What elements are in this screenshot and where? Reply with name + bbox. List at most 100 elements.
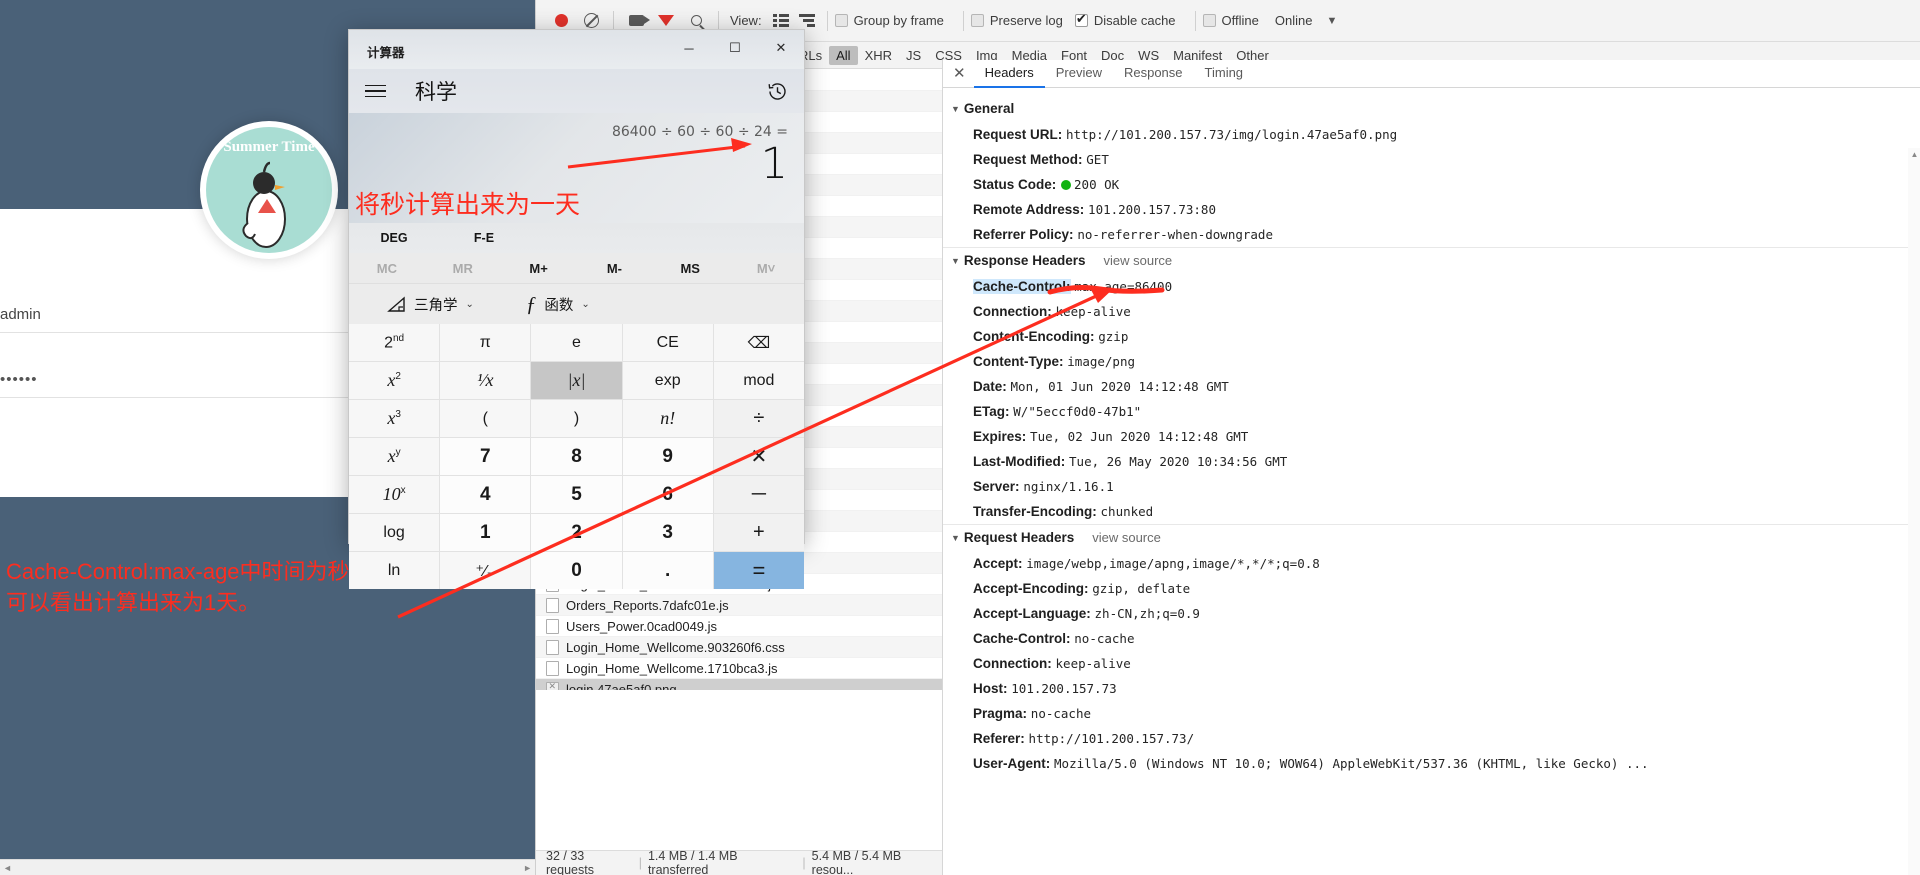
calc-key-n[interactable]: n! — [622, 400, 713, 437]
calc-key-10[interactable]: 10x — [349, 476, 440, 513]
header-value: no-cache — [1030, 706, 1092, 721]
calc-key-5[interactable]: 5 — [531, 476, 622, 513]
calc-key-x[interactable]: ¹⁄x — [440, 362, 531, 399]
calc-key-x[interactable]: x3 — [349, 400, 440, 437]
filter-js[interactable]: JS — [899, 46, 928, 65]
section-title-response-headers[interactable]: ▼ Response Headers view source — [943, 247, 1920, 274]
calculator-function-row: 三角学 ⌄ ƒ 函数 ⌄ — [349, 284, 804, 324]
calc-key-2nd[interactable]: 2nd — [349, 324, 440, 361]
collapse-triangle-icon[interactable]: ▼ — [951, 256, 960, 266]
memory-key-m[interactable]: M+ — [501, 261, 577, 276]
calc-key-[interactable]: ─ — [713, 476, 804, 513]
memory-key-m[interactable]: M- — [576, 261, 652, 276]
fe-button[interactable]: F-E — [439, 231, 529, 245]
calc-key-x[interactable]: xy — [349, 438, 440, 475]
calc-key-[interactable]: ( — [440, 400, 531, 437]
offline-box[interactable] — [1202, 14, 1216, 27]
calc-key-[interactable]: = — [713, 552, 804, 589]
section-title-general[interactable]: ▼ General — [943, 96, 1920, 122]
disable-cache-checkbox[interactable]: Disable cache — [1074, 11, 1176, 28]
calc-key-4[interactable]: 4 — [440, 476, 531, 513]
calc-key-ln[interactable]: ln — [349, 552, 440, 589]
calc-key-e[interactable]: e — [531, 324, 622, 361]
calc-key-[interactable]: + — [713, 514, 804, 551]
memory-key-ms[interactable]: MS — [652, 261, 728, 276]
calc-key-exp[interactable]: exp — [622, 362, 713, 399]
deg-button[interactable]: DEG — [349, 231, 439, 245]
calc-key-6[interactable]: 6 — [622, 476, 713, 513]
request-row[interactable]: Orders_Reports.7dafc01e.js — [536, 595, 942, 616]
filter-all[interactable]: All — [829, 45, 858, 65]
detail-scroll-up-arrow[interactable]: ▲ — [1908, 148, 1920, 161]
trigonometry-menu[interactable]: 三角学 ⌄ — [387, 294, 474, 315]
close-icon[interactable]: ✕ — [949, 64, 974, 84]
calculator-title-bar[interactable]: 计算器 ─ ☐ ✕ — [349, 30, 804, 69]
section-title-request-headers[interactable]: ▼ Request Headers view source — [943, 524, 1920, 551]
calc-key-3[interactable]: 3 — [622, 514, 713, 551]
close-button[interactable]: ✕ — [758, 30, 804, 66]
calc-key-[interactable]: ⁺⁄₋ — [440, 552, 531, 589]
history-icon[interactable] — [767, 81, 788, 107]
preserve-log-box[interactable] — [970, 14, 984, 27]
calc-key-1[interactable]: 1 — [440, 514, 531, 551]
calc-key-mod[interactable]: mod — [713, 362, 804, 399]
header-key: Cache-Control: — [973, 279, 1071, 294]
request-row[interactable]: login.47ae5af0.png — [536, 679, 942, 690]
header-value: zh-CN,zh;q=0.9 — [1094, 606, 1200, 621]
collapse-triangle-icon[interactable]: ▼ — [951, 104, 960, 114]
calc-key-9[interactable]: 9 — [622, 438, 713, 475]
collapse-triangle-icon[interactable]: ▼ — [951, 533, 960, 543]
calc-key-[interactable]: ) — [531, 400, 622, 437]
calc-key-log[interactable]: log — [349, 514, 440, 551]
offline-checkbox[interactable]: Offline — [1202, 13, 1259, 28]
password-field[interactable]: •••••• — [0, 371, 348, 398]
chevron-down-icon[interactable]: ⌄ — [466, 299, 474, 310]
calc-key-x[interactable]: x2 — [349, 362, 440, 399]
minimize-button[interactable]: ─ — [666, 30, 712, 66]
calc-key-[interactable]: ⌫ — [713, 324, 804, 361]
tab-preview[interactable]: Preview — [1045, 60, 1113, 88]
group-by-frame-checkbox[interactable]: Group by frame — [834, 13, 944, 28]
detail-scrollbar[interactable]: ▲ ▼ — [1908, 148, 1920, 875]
memory-key-mr[interactable]: MR — [425, 261, 501, 276]
request-row[interactable]: Login_Home_Wellcome.1710bca3.js — [536, 658, 942, 679]
calc-key-[interactable]: ÷ — [713, 400, 804, 437]
filter-xhr[interactable]: XHR — [858, 46, 899, 65]
disable-cache-box[interactable] — [1074, 11, 1088, 27]
username-field[interactable]: admin — [0, 306, 348, 333]
calc-key-[interactable]: π — [440, 324, 531, 361]
calculator-keypad[interactable]: 2nd π e CE ⌫ x2 ¹⁄x |x| exp mod x3() n! ÷ xy 7 8 9 ✕ 10x 4 5… — [349, 324, 804, 589]
preserve-log-checkbox[interactable]: Preserve log — [970, 13, 1063, 28]
scroll-right-arrow[interactable]: ► — [523, 863, 532, 873]
header-key: User-Agent: — [973, 756, 1051, 771]
view-source-link[interactable]: view source — [1092, 530, 1161, 545]
header-row: Request Method: GET — [943, 147, 1920, 172]
maximize-button[interactable]: ☐ — [712, 30, 758, 66]
tab-timing[interactable]: Timing — [1194, 60, 1255, 88]
scroll-left-arrow[interactable]: ◄ — [3, 863, 12, 873]
calc-key-0[interactable]: 0 — [531, 552, 622, 589]
calc-key-x[interactable]: |x| — [531, 362, 622, 399]
status-transferred: 1.4 MB / 1.4 MB transferred — [647, 849, 738, 875]
chevron-down-icon[interactable]: ▼ — [1326, 15, 1337, 27]
throttle-value[interactable]: Online — [1275, 13, 1313, 28]
chevron-down-icon-2[interactable]: ⌄ — [581, 299, 589, 310]
calc-key-7[interactable]: 7 — [440, 438, 531, 475]
calc-key-[interactable]: ✕ — [713, 438, 804, 475]
view-source-link[interactable]: view source — [1103, 253, 1172, 268]
memory-key-mc[interactable]: MC — [349, 261, 425, 276]
calc-key-2[interactable]: 2 — [531, 514, 622, 551]
menu-icon[interactable] — [365, 84, 386, 98]
request-row[interactable]: Login_Home_Wellcome.903260f6.css — [536, 637, 942, 658]
functions-menu[interactable]: ƒ 函数 ⌄ — [526, 292, 590, 317]
calc-key-8[interactable]: 8 — [531, 438, 622, 475]
calc-key-CE[interactable]: CE — [622, 324, 713, 361]
request-row[interactable]: Users_Power.0cad0049.js — [536, 616, 942, 637]
header-value: Mozilla/5.0 (Windows NT 10.0; WOW64) App… — [1054, 756, 1649, 771]
memory-key-m[interactable]: M˅ — [728, 261, 804, 276]
group-by-frame-box[interactable] — [834, 14, 848, 27]
tab-headers[interactable]: Headers — [973, 60, 1045, 88]
tab-response[interactable]: Response — [1113, 60, 1194, 88]
page-horizontal-scrollbar[interactable]: ◄ ► — [0, 859, 535, 875]
calc-key-[interactable]: . — [622, 552, 713, 589]
